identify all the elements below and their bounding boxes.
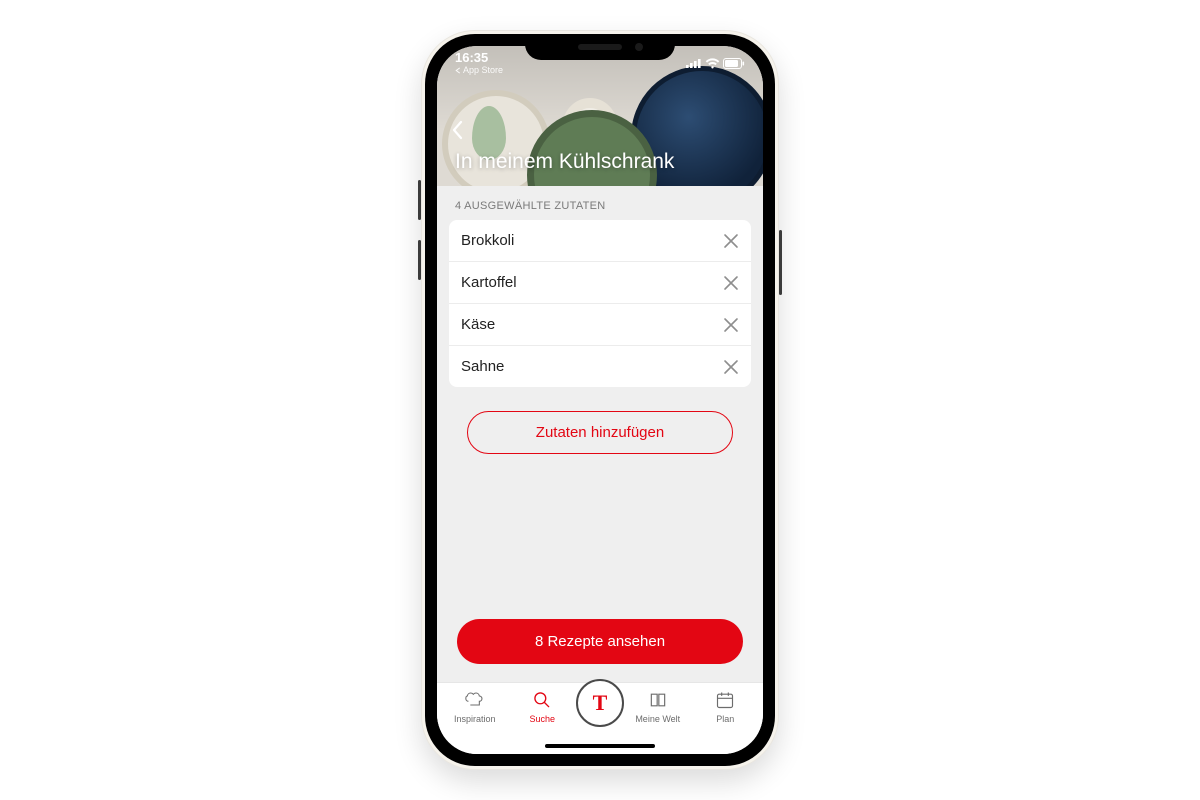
tab-label: Meine Welt xyxy=(635,714,680,724)
close-icon xyxy=(723,317,739,333)
ingredient-row: Brokkoli xyxy=(449,220,751,262)
search-icon xyxy=(532,689,552,711)
remove-ingredient-button[interactable] xyxy=(723,359,739,375)
tab-label: Plan xyxy=(716,714,734,724)
status-time: 16:35 xyxy=(455,51,503,64)
phone-frame: 16:35 App Store In meinem xyxy=(421,30,779,770)
back-button[interactable] xyxy=(451,120,463,140)
selected-ingredients-label: 4 AUSGEWÄHLTE ZUTATEN xyxy=(449,200,751,220)
ingredient-name: Brokkoli xyxy=(461,232,723,249)
remove-ingredient-button[interactable] xyxy=(723,317,739,333)
tab-plan[interactable]: Plan xyxy=(692,689,760,724)
calendar-icon xyxy=(715,689,735,711)
tab-label: Inspiration xyxy=(454,714,496,724)
add-ingredient-button[interactable]: Zutaten hinzufügen xyxy=(467,411,733,454)
ingredient-name: Sahne xyxy=(461,358,723,375)
ingredient-name: Kartoffel xyxy=(461,274,723,291)
status-indicators xyxy=(686,58,745,69)
close-icon xyxy=(723,275,739,291)
app-screen: 16:35 App Store In meinem xyxy=(437,46,763,754)
status-back-label: App Store xyxy=(463,66,503,75)
tab-inspiration[interactable]: Inspiration xyxy=(441,689,509,724)
tab-center-logo[interactable]: T xyxy=(576,679,624,727)
spacer xyxy=(449,454,751,619)
chef-hat-icon xyxy=(465,689,485,711)
page-header: 16:35 App Store In meinem xyxy=(437,46,763,186)
phone-notch xyxy=(525,34,675,60)
tab-bar: Inspiration Suche T Meine Welt xyxy=(437,682,763,754)
wifi-icon xyxy=(705,58,720,69)
tab-label: Suche xyxy=(529,714,555,724)
remove-ingredient-button[interactable] xyxy=(723,233,739,249)
tab-suche[interactable]: Suche xyxy=(509,689,577,724)
ingredient-row: Kartoffel xyxy=(449,262,751,304)
phone-bezel: 16:35 App Store In meinem xyxy=(425,34,775,766)
chevron-left-icon xyxy=(451,120,463,140)
ingredient-row: Sahne xyxy=(449,346,751,387)
tab-meine-welt[interactable]: Meine Welt xyxy=(624,689,692,724)
ingredient-name: Käse xyxy=(461,316,723,333)
view-recipes-button[interactable]: 8 Rezepte ansehen xyxy=(457,619,743,664)
remove-ingredient-button[interactable] xyxy=(723,275,739,291)
status-back-to-appstore[interactable]: App Store xyxy=(455,66,503,75)
battery-icon xyxy=(723,58,745,69)
signal-icon xyxy=(686,58,702,68)
book-icon xyxy=(648,689,668,711)
content-area: 4 AUSGEWÄHLTE ZUTATEN Brokkoli Kartoffel xyxy=(437,186,763,682)
home-indicator[interactable] xyxy=(545,744,655,748)
close-icon xyxy=(723,233,739,249)
ingredient-list: Brokkoli Kartoffel Käse xyxy=(449,220,751,387)
ingredient-row: Käse xyxy=(449,304,751,346)
close-icon xyxy=(723,359,739,375)
page-title: In meinem Kühlschrank xyxy=(455,150,674,174)
